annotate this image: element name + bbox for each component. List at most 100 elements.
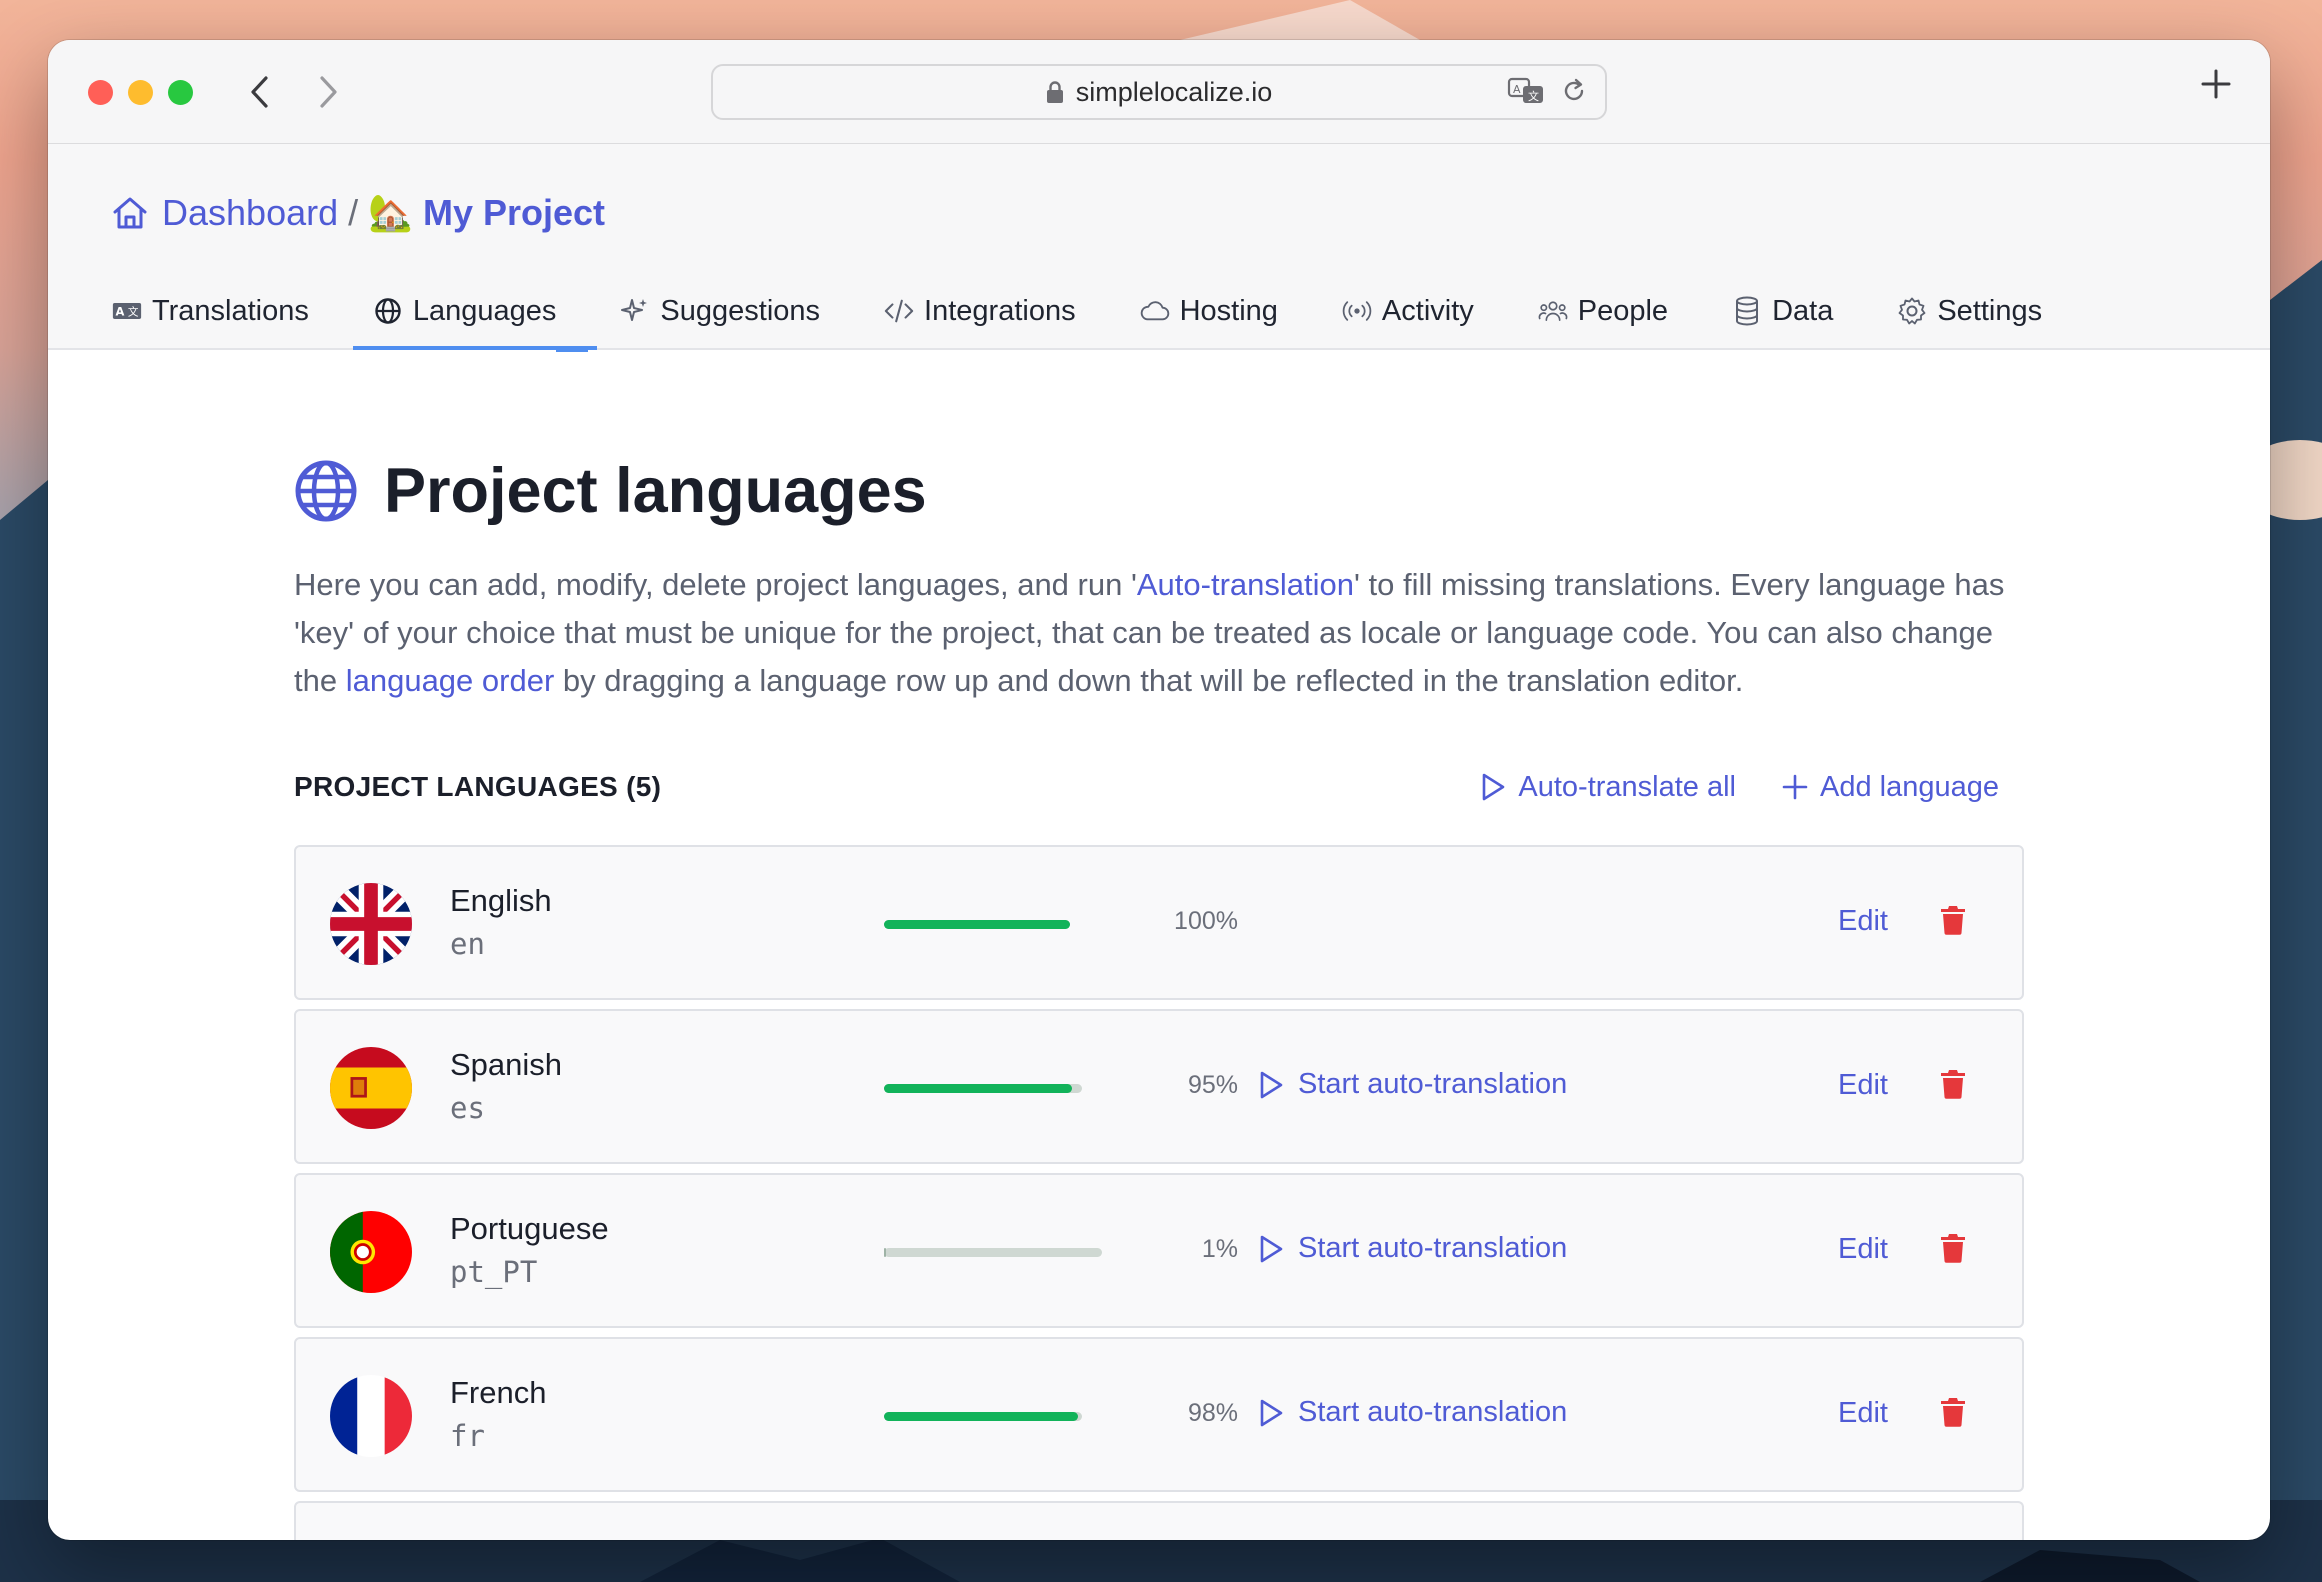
progress-fill (884, 1084, 1073, 1093)
breadcrumb: Dashboard / 🏡 My Project (110, 192, 605, 234)
edit-button[interactable]: Edit (1838, 1233, 1888, 1266)
page-title: Project languages (294, 455, 2024, 527)
start-auto-translation-button[interactable]: Start auto-translation (1258, 1396, 1567, 1429)
start-auto-translation-label: Start auto-translation (1298, 1396, 1568, 1428)
tab-translations[interactable]: A文 Translations (112, 272, 341, 350)
trash-icon[interactable] (1940, 905, 1966, 935)
svg-text:A: A (1513, 83, 1521, 96)
broadcast-icon (1342, 296, 1372, 326)
language-list: English en 100% Edit Spanish es 95% Star… (294, 845, 2024, 1540)
start-auto-translation-label: Start auto-translation (1298, 1232, 1568, 1264)
progress-percent: 98% (1187, 1399, 1238, 1427)
tab-settings-label: Settings (1937, 294, 2043, 327)
start-auto-translation-button[interactable]: Start auto-translation (1258, 1068, 1567, 1101)
app-header: Dashboard / 🏡 My Project A文 Translations… (48, 144, 2270, 352)
svg-text:文: 文 (1528, 89, 1539, 103)
page-description: Here you can add, modify, delete project… (294, 561, 2034, 705)
tab-languages[interactable]: Languages (373, 272, 589, 350)
progress-bar (884, 1084, 1082, 1093)
trash-icon[interactable] (1940, 1397, 1966, 1427)
tab-hosting[interactable]: Hosting (1140, 272, 1310, 350)
section-actions: Auto-translate all Add language (1480, 771, 1999, 804)
browser-window: simplelocalize.io A文 Dashboard / 🏡 My Pr… (48, 40, 2270, 1540)
edit-button[interactable]: Edit (1838, 1069, 1888, 1102)
chevron-left-icon (251, 76, 268, 108)
window-controls (88, 80, 193, 105)
description-text: by dragging a language row up and down t… (554, 663, 1744, 698)
tab-languages-label: Languages (412, 294, 557, 327)
play-icon (1260, 1235, 1283, 1262)
language-order-link[interactable]: language order (346, 663, 555, 698)
main-content: Project languages Here you can add, modi… (294, 455, 2024, 1540)
section-title: PROJECT LANGUAGES (5) (294, 771, 662, 802)
language-row[interactable]: English en 100% Edit (294, 845, 2024, 1000)
language-row[interactable]: French fr 98% Start auto-translation Edi… (294, 1337, 2024, 1492)
tab-suggestions-label: Suggestions (660, 294, 821, 327)
new-tab-icon[interactable] (2200, 68, 2232, 100)
globe-icon (295, 460, 357, 522)
active-tab-underline (353, 346, 597, 350)
trash-icon[interactable] (1940, 1069, 1966, 1099)
svg-text:A: A (116, 304, 125, 318)
language-key: pt_PT (450, 1255, 538, 1289)
progress-bar (884, 1412, 1082, 1421)
add-language-button[interactable]: Add language (1782, 771, 1999, 804)
address-bar[interactable]: simplelocalize.io A文 (711, 64, 1607, 120)
language-row[interactable]: Spanish es 95% Start auto-translation Ed… (294, 1009, 2024, 1164)
flag-spain-icon (330, 1047, 412, 1129)
database-icon (1732, 296, 1762, 326)
home-icon[interactable] (110, 195, 150, 231)
auto-translate-all-button[interactable]: Auto-translate all (1480, 771, 1736, 804)
play-icon (1260, 1071, 1283, 1098)
svg-text:文: 文 (128, 305, 139, 318)
play-icon (1260, 1399, 1283, 1426)
tab-people-label: People (1577, 294, 1669, 327)
forward-button[interactable] (306, 70, 350, 114)
language-name: Spanish (450, 1047, 563, 1082)
breadcrumb-dashboard-link[interactable]: Dashboard (162, 192, 338, 234)
reload-icon[interactable] (1561, 77, 1587, 105)
tab-suggestions[interactable]: Suggestions (620, 272, 852, 350)
maximize-window-button[interactable] (168, 80, 193, 105)
progress-fill (884, 1412, 1079, 1421)
language-name: English (450, 883, 552, 918)
cloud-icon (1140, 296, 1170, 326)
tab-data-label: Data (1772, 294, 1834, 327)
tab-activity[interactable]: Activity (1342, 272, 1506, 350)
edit-button[interactable]: Edit (1838, 1397, 1888, 1430)
language-row[interactable]: Portuguese pt_PT 1% Start auto-translati… (294, 1173, 2024, 1328)
language-key: es (450, 1091, 485, 1125)
lock-icon (1046, 81, 1063, 103)
language-key: fr (450, 1419, 485, 1453)
tab-people[interactable]: People (1538, 272, 1700, 350)
progress-fill (884, 1248, 887, 1257)
back-button[interactable] (238, 70, 282, 114)
tab-integrations[interactable]: Integrations (884, 272, 1108, 350)
breadcrumb-project-link[interactable]: My Project (423, 192, 605, 234)
language-name: Portuguese (450, 1211, 609, 1246)
progress-bar (884, 1248, 1102, 1257)
sparkle-icon (620, 296, 650, 326)
progress-percent: 95% (1187, 1071, 1238, 1099)
code-icon (884, 296, 914, 326)
language-row[interactable] (294, 1501, 2024, 1540)
chevron-right-icon (320, 76, 337, 108)
trash-icon[interactable] (1940, 1233, 1966, 1263)
progress-bar (884, 920, 1070, 929)
start-auto-translation-button[interactable]: Start auto-translation (1258, 1232, 1567, 1265)
minimize-window-button[interactable] (128, 80, 153, 105)
progress-percent: 1% (1201, 1235, 1238, 1263)
translate-page-icon[interactable]: A文 (1507, 76, 1547, 106)
globe-icon (373, 296, 403, 326)
auto-translation-link[interactable]: Auto-translation (1137, 567, 1354, 602)
start-auto-translation-label: Start auto-translation (1298, 1068, 1568, 1100)
breadcrumb-separator: / (348, 192, 359, 233)
flag-france-icon (330, 1375, 412, 1457)
url-text: simplelocalize.io (1075, 76, 1273, 107)
tab-settings[interactable]: Settings (1897, 272, 2074, 350)
add-language-label: Add language (1820, 770, 1999, 803)
close-window-button[interactable] (88, 80, 113, 105)
tab-hosting-label: Hosting (1179, 294, 1278, 327)
edit-button[interactable]: Edit (1838, 905, 1888, 938)
tab-data[interactable]: Data (1732, 272, 1865, 350)
